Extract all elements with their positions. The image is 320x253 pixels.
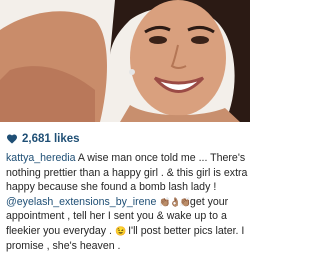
caption-emoji-2: 😉	[114, 225, 126, 236]
caption-mention[interactable]: @eyelash_extensions_by_irene	[6, 196, 156, 208]
caption-username[interactable]: kattya_heredia	[6, 152, 76, 164]
post-caption: kattya_heredia A wise man once told me .…	[6, 151, 248, 253]
post-photo-image	[0, 0, 250, 122]
post-photo[interactable]	[0, 0, 250, 122]
likes-row[interactable]: 2,681 likes	[6, 131, 80, 147]
caption-emojis-1: 👏🏽👌🏽👏🏽	[159, 196, 191, 207]
heart-icon[interactable]	[6, 133, 18, 145]
likes-count: 2,681 likes	[22, 133, 80, 145]
